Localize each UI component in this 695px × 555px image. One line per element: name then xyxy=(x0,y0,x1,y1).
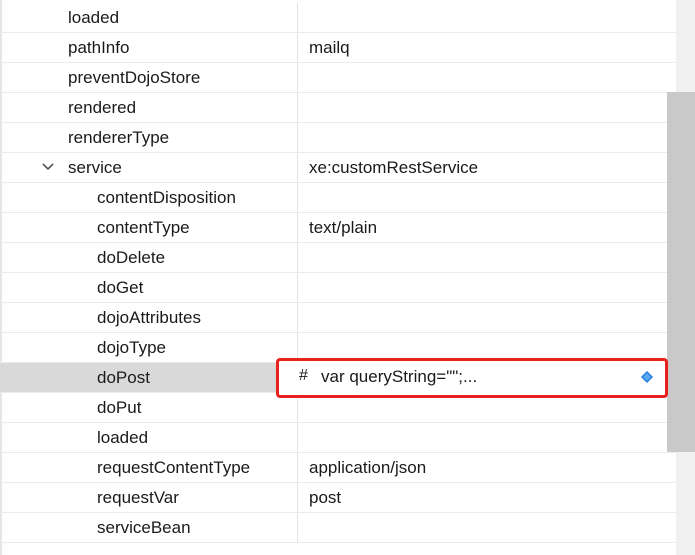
property-name-cell: rendererType xyxy=(0,123,298,152)
properties-panel: loaded pathInfo mailq preventDojoStore r… xyxy=(0,0,676,555)
property-name: requestVar xyxy=(97,488,179,507)
property-name-cell: requestContentType xyxy=(0,453,298,482)
property-value[interactable]: mailq xyxy=(309,38,350,58)
property-value[interactable]: application/json xyxy=(309,458,426,478)
property-name: contentType xyxy=(97,218,190,237)
property-row-dodelete[interactable]: doDelete xyxy=(0,243,676,273)
property-name: doDelete xyxy=(97,248,166,267)
script-editor-diamond-icon[interactable] xyxy=(641,371,653,383)
property-row-contenttype[interactable]: contentType text/plain xyxy=(0,213,676,243)
property-name-cell: doPost xyxy=(0,363,298,392)
property-row-requestcontenttype[interactable]: requestContentType application/json xyxy=(0,453,676,483)
property-name: rendered xyxy=(68,98,137,117)
property-row-dojoattributes[interactable]: dojoAttributes xyxy=(0,303,676,333)
property-name: serviceBean xyxy=(97,518,191,537)
chevron-down-icon[interactable] xyxy=(41,162,55,172)
property-row-loaded-child[interactable]: loaded xyxy=(0,423,676,453)
property-name-cell: doDelete xyxy=(0,243,298,272)
property-name-cell: loaded xyxy=(0,423,298,452)
property-name-cell: dojoAttributes xyxy=(0,303,298,332)
dopost-script-input[interactable] xyxy=(321,363,631,391)
property-value[interactable]: xe:customRestService xyxy=(309,158,478,178)
property-row-renderertype[interactable]: rendererType xyxy=(0,123,676,153)
property-name: rendererType xyxy=(68,128,170,147)
property-name-cell: rendered xyxy=(0,93,298,122)
property-name: dojoAttributes xyxy=(97,308,201,327)
property-value[interactable]: text/plain xyxy=(309,218,377,238)
property-name: contentDisposition xyxy=(97,188,236,207)
property-row-contentdisposition[interactable]: contentDisposition xyxy=(0,183,676,213)
property-name: dojoType xyxy=(97,338,166,357)
property-row-requestvar[interactable]: requestVar post xyxy=(0,483,676,513)
property-name-cell: doPut xyxy=(0,393,298,422)
property-name-cell: preventDojoStore xyxy=(0,63,298,92)
property-row-servicebean[interactable]: serviceBean xyxy=(0,513,676,543)
property-name: preventDojoStore xyxy=(68,68,201,87)
property-name-cell: service xyxy=(0,153,298,182)
property-row-doget[interactable]: doGet xyxy=(0,273,676,303)
property-row-rendered[interactable]: rendered xyxy=(0,93,676,123)
property-row-service[interactable]: service xe:customRestService xyxy=(0,153,676,183)
property-name-cell: pathInfo xyxy=(0,33,298,62)
property-row-pathinfo[interactable]: pathInfo mailq xyxy=(0,33,676,63)
property-name-cell: contentDisposition xyxy=(0,183,298,212)
property-name-cell: loaded xyxy=(0,3,298,32)
property-name: loaded xyxy=(97,428,149,447)
property-name: requestContentType xyxy=(97,458,251,477)
property-row-preventdojostore[interactable]: preventDojoStore xyxy=(0,63,676,93)
property-name: service xyxy=(68,158,122,177)
property-name: pathInfo xyxy=(68,38,130,57)
script-prefix-label: # xyxy=(299,367,308,384)
property-name: loaded xyxy=(68,8,120,27)
property-name-cell: contentType xyxy=(0,213,298,242)
property-name-cell: requestVar xyxy=(0,483,298,512)
property-name: doPut xyxy=(97,398,142,417)
property-name: doPost xyxy=(97,368,150,387)
property-name-cell: dojoType xyxy=(0,333,298,362)
property-value[interactable]: post xyxy=(309,488,341,508)
property-row-loaded[interactable]: loaded xyxy=(0,3,676,33)
scrollbar-thumb[interactable] xyxy=(667,92,695,452)
property-name-cell: doGet xyxy=(0,273,298,302)
property-name: doGet xyxy=(97,278,144,297)
property-name-cell: serviceBean xyxy=(0,513,298,542)
